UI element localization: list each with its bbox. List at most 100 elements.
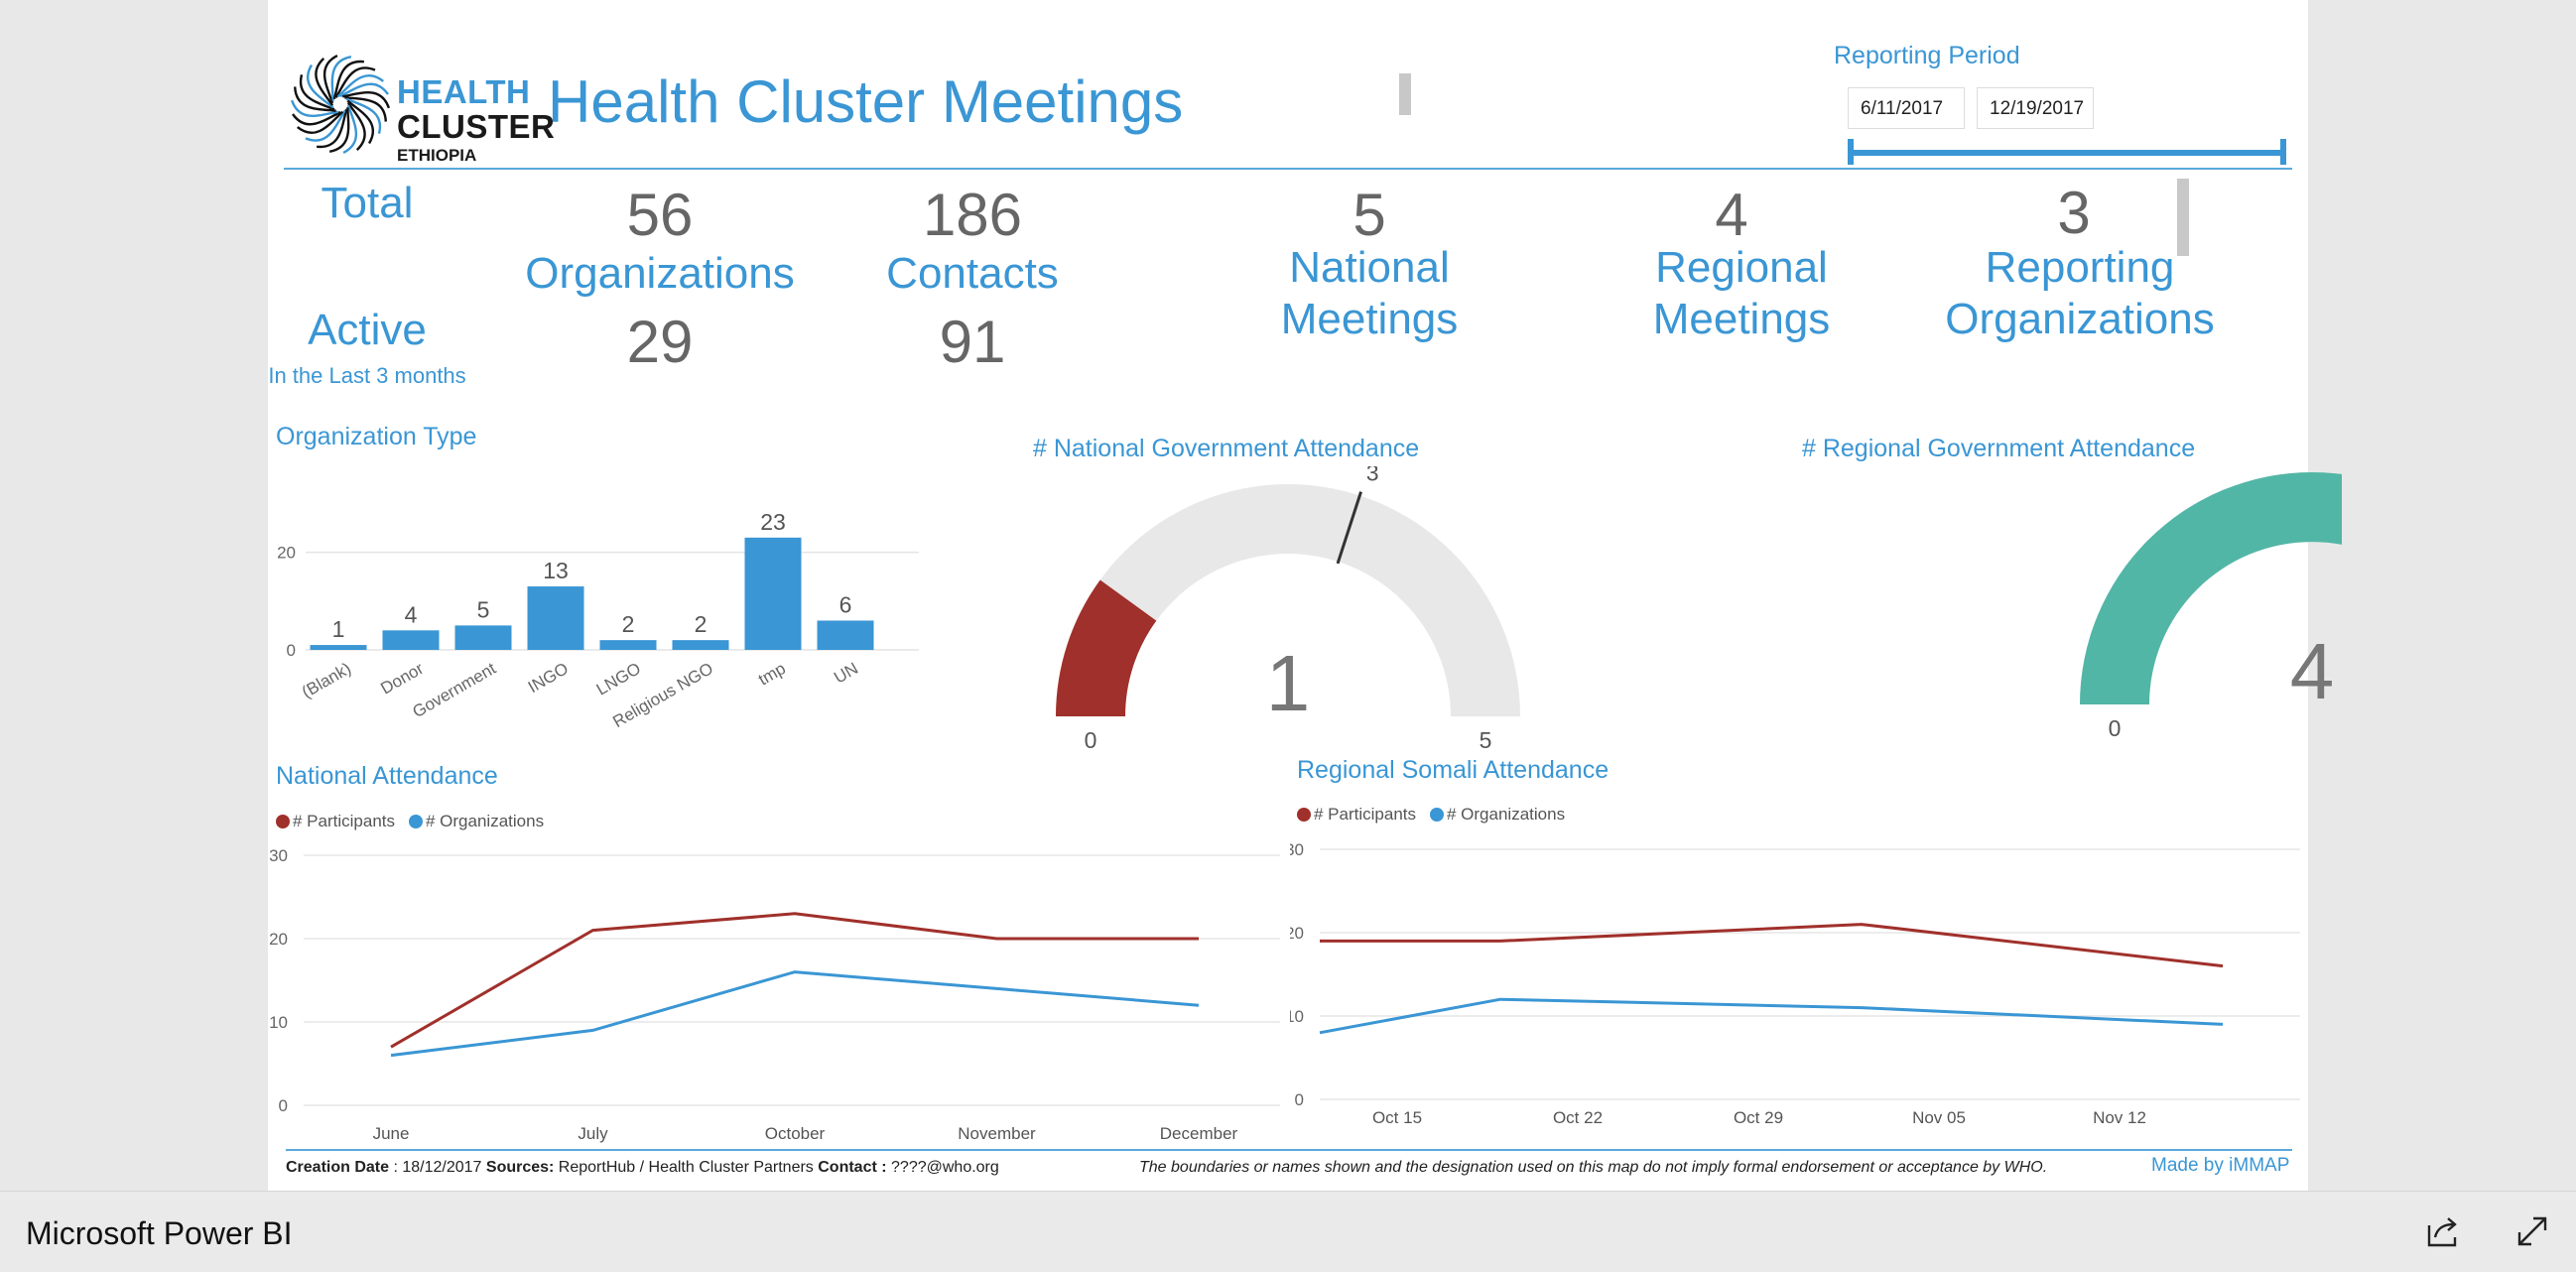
gauge-value-label: 1 — [1266, 639, 1311, 727]
x-tick-label: July — [578, 1124, 608, 1143]
bar-government — [454, 625, 512, 650]
total-row-label: Total — [321, 179, 414, 227]
bar-un — [817, 620, 874, 650]
start-date-input[interactable]: 6/11/2017 — [1848, 87, 1965, 129]
organizations-legend-dot — [409, 815, 423, 828]
bar-religious-ngo — [672, 640, 729, 650]
org-type-bar-chart[interactable]: 0 20 1 (Blank) 4 Donor 5 Government 13 INGO 2 LNGO 2… — [276, 466, 931, 754]
national-attendance-title: National Attendance — [276, 762, 498, 790]
y-tick-label: 0 — [279, 1096, 288, 1115]
organizations-active: 29 — [626, 309, 694, 375]
bar-data-label: 5 — [477, 596, 490, 622]
series-line--participants — [390, 912, 1199, 1049]
gauge-min-label: 0 — [1085, 727, 1097, 753]
slider-end-handle[interactable] — [2280, 139, 2286, 165]
page-title: Health Cluster Meetings — [548, 68, 1184, 135]
swirl-logo-icon — [290, 54, 391, 155]
regional-attendance-legend: # Participants # Organizations — [1297, 805, 1565, 825]
bar-data-label: 6 — [839, 591, 852, 617]
footer-divider — [286, 1149, 2292, 1151]
organizations-legend-label: # Organizations — [426, 812, 545, 830]
active-row-label: Active — [308, 306, 427, 354]
participants-legend-dot — [276, 815, 290, 828]
x-tick-label: October — [765, 1124, 826, 1143]
x-tick-label: LNGO — [593, 659, 644, 700]
regional-attendance-line-chart[interactable]: 0 10 20 30 Oct 15 Oct 22 Oct 29 Nov 05 Nov 12 — [1290, 833, 2308, 1131]
y-tick-label: 30 — [1290, 840, 1304, 859]
expand-icon[interactable] — [2512, 1211, 2552, 1251]
org-type-title: Organization Type — [276, 423, 477, 450]
x-tick-label: Oct 22 — [1553, 1108, 1603, 1127]
creation-date-label: Creation Date — [286, 1159, 390, 1176]
reporting-period-label: Reporting Period — [1834, 42, 2020, 69]
national-meetings-value: 5 — [1352, 182, 1386, 248]
y-tick-label: 20 — [269, 930, 288, 949]
app-name: Microsoft Power BI — [26, 1215, 293, 1251]
who-disclaimer: The boundaries or names shown and the de… — [1139, 1159, 2048, 1176]
contact-value: ????@who.org — [886, 1159, 999, 1176]
bar-data-label: 1 — [332, 616, 345, 642]
creation-date-value: : 18/12/2017 — [389, 1159, 486, 1176]
date-range-slider[interactable] — [1850, 150, 2282, 156]
reporting-orgs-label: Reporting Organizations — [1945, 243, 2215, 343]
y-tick-label: 0 — [287, 641, 296, 660]
x-tick-label: Oct 29 — [1734, 1108, 1783, 1127]
gauge-value-label: 4 — [2290, 627, 2335, 715]
participants-legend-label: # Participants — [1314, 805, 1416, 824]
bar-data-label: 23 — [760, 509, 786, 535]
sources-value: ReportHub / Health Cluster Partners — [554, 1159, 819, 1176]
series-line--participants — [1320, 923, 2224, 968]
bar-data-label: 13 — [543, 558, 569, 583]
visual-scrollbar[interactable] — [2177, 179, 2189, 256]
bar-lngo — [599, 640, 657, 650]
y-tick-label: 10 — [269, 1013, 288, 1032]
logo-line-ethiopia: ETHIOPIA — [397, 146, 477, 165]
y-tick-label: 20 — [1290, 924, 1304, 943]
national-gauge-title: # National Government Attendance — [1033, 435, 1420, 462]
participants-legend-dot — [1297, 808, 1311, 822]
x-tick-label: tmp — [755, 659, 789, 690]
powerbi-bottom-bar: Microsoft Power BI — [0, 1191, 2576, 1272]
regional-gauge-title: # Regional Government Attendance — [1802, 435, 2196, 462]
contacts-total: 186 — [922, 182, 1023, 248]
x-tick-label: INGO — [525, 659, 572, 697]
contacts-active: 91 — [939, 309, 1006, 375]
regional-government-gauge[interactable]: 3404 — [1786, 466, 2342, 754]
x-tick-label: (Blank) — [299, 659, 354, 701]
slider-start-handle[interactable] — [1848, 139, 1854, 165]
x-tick-label: Oct 15 — [1372, 1108, 1422, 1127]
health-cluster-logo: HEALTH CLUSTER ETHIOPIA — [286, 50, 555, 164]
gauge-min-label: 0 — [2109, 715, 2122, 741]
visual-resize-handle[interactable] — [1399, 73, 1411, 115]
y-tick-label: 10 — [1290, 1007, 1304, 1026]
footer-metadata: Creation Date : 18/12/2017 Sources: Repo… — [286, 1159, 999, 1177]
made-by-link[interactable]: Made by iMMAP — [2151, 1155, 2289, 1177]
participants-legend-label: # Participants — [293, 812, 395, 830]
contact-label: Contact : — [818, 1159, 887, 1176]
logo-line-cluster: CLUSTER — [397, 108, 556, 145]
national-meetings-label: National Meetings — [1280, 243, 1459, 343]
bar-data-label: 2 — [622, 611, 635, 637]
bar-ingo — [527, 586, 584, 650]
regional-meetings-label: Regional Meetings — [1652, 243, 1831, 343]
bar-data-label: 4 — [405, 601, 418, 627]
gauge-target-label: 3 — [1366, 466, 1379, 486]
organizations-legend-dot — [1430, 808, 1444, 822]
share-icon[interactable] — [2423, 1211, 2463, 1251]
x-tick-label: November — [958, 1124, 1036, 1143]
header-divider — [284, 168, 2292, 170]
x-tick-label: December — [1160, 1124, 1238, 1143]
end-date-input[interactable]: 12/19/2017 — [1977, 87, 2094, 129]
x-tick-label: UN — [831, 659, 861, 688]
logo-line-health: HEALTH — [397, 73, 531, 110]
bar-tmp — [744, 537, 802, 650]
x-tick-label: Nov 12 — [2093, 1108, 2146, 1127]
active-row-sublabel: In the Last 3 months — [268, 363, 466, 388]
sources-label: Sources: — [485, 1159, 555, 1176]
x-tick-label: Donor — [377, 659, 427, 699]
national-attendance-line-chart[interactable]: 0 10 20 30 June July October November December — [268, 839, 1290, 1149]
y-tick-label: 0 — [1295, 1090, 1304, 1109]
organizations-total: 56 — [626, 182, 694, 248]
national-government-gauge[interactable]: 3 1 0 5 — [1022, 466, 1578, 764]
x-tick-label: Government — [409, 659, 499, 721]
